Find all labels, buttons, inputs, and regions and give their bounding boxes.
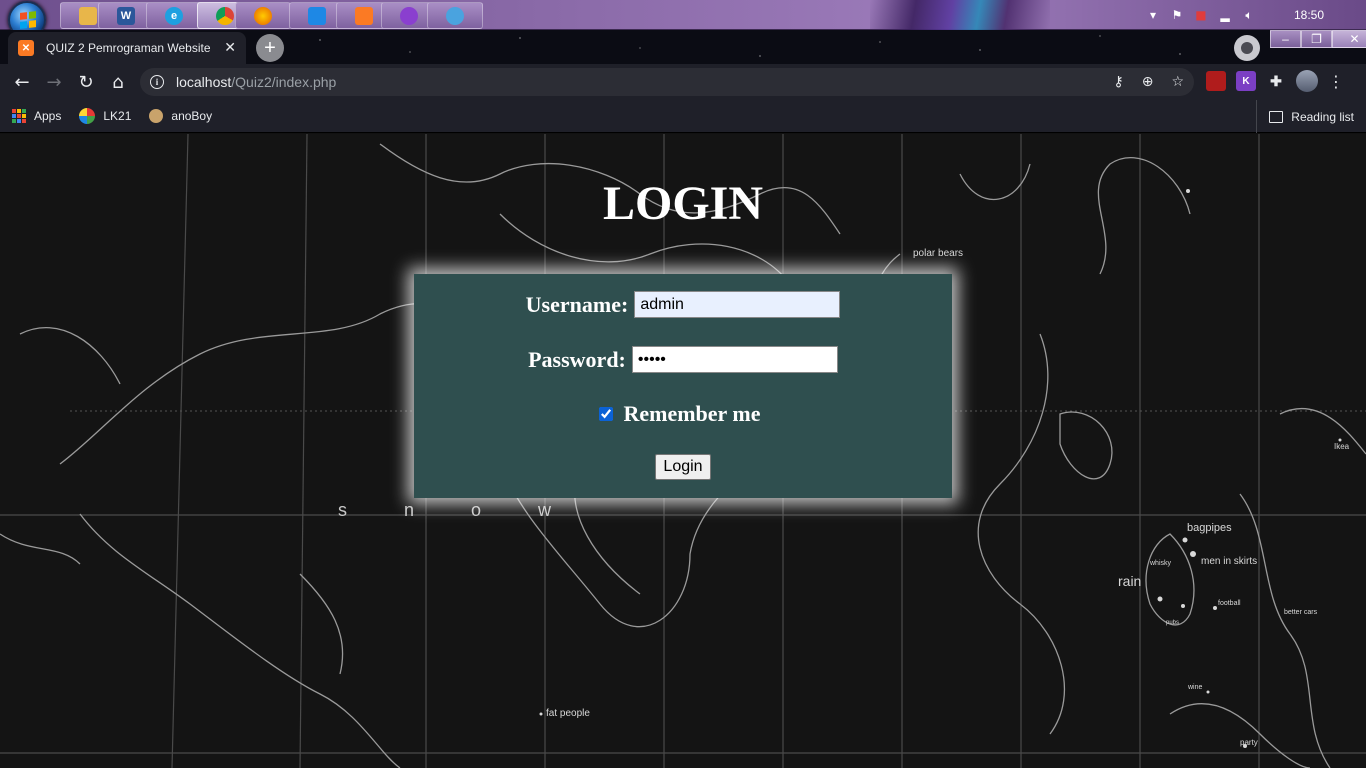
map-label: wine (1188, 684, 1203, 691)
map-label: Ikea (1334, 442, 1350, 451)
username-row: Username: (414, 291, 952, 318)
browser-toolbar: ← → ↻ ⌂ i localhost/Quiz2/index.php ⚷ ⊕ … (0, 64, 1366, 100)
minimize-button[interactable]: – (1270, 30, 1301, 48)
map-label-snow: s n o w (338, 500, 578, 520)
lk21-icon (79, 108, 96, 124)
system-tray: ▾ ⚑ ■ ▂ 🔈︎ 18:50 (1146, 0, 1366, 30)
windows-logo-icon (20, 11, 36, 29)
url-text[interactable]: localhost/Quiz2/index.php (176, 74, 1113, 90)
profile-avatar[interactable] (1296, 70, 1318, 92)
password-label: Password: (528, 346, 626, 372)
url-path: /Quiz2/index.php (231, 74, 337, 90)
taskbar-internet-explorer[interactable]: e (146, 2, 202, 29)
map-label: pubs (1166, 620, 1180, 626)
chrome-icon (216, 6, 234, 25)
login-button[interactable]: Login (655, 454, 711, 480)
bookmark-label: anoBoy (171, 109, 213, 123)
bookmark-anoboy[interactable]: anoBoy (149, 109, 212, 123)
windows-taskbar: W e ▾ ⚑ ■ ▂ 🔈︎ 18:50 (0, 0, 1366, 39)
page-title: LOGIN (602, 177, 764, 230)
map-label: party (1240, 738, 1258, 747)
reading-list-label: Reading list (1291, 109, 1354, 124)
window-controls: – ❐ ✕ (1270, 30, 1366, 48)
bookmark-label: LK21 (103, 109, 132, 123)
chevron-down-icon (1241, 42, 1253, 54)
tab-search-button[interactable] (1234, 35, 1260, 61)
reload-button[interactable]: ↻ (70, 66, 102, 98)
extensions-area: K ✚ ⋮ (1206, 70, 1344, 92)
folder-icon (79, 6, 97, 25)
home-button[interactable]: ⌂ (102, 66, 134, 98)
xampp-favicon-icon: ✕ (18, 40, 34, 56)
map-label: better cars (1284, 609, 1318, 616)
bookmark-lk21[interactable]: LK21 (79, 108, 131, 124)
map-label: polar bears (913, 248, 964, 259)
firefox-icon (254, 6, 272, 25)
map-label-rain: rain (1118, 573, 1142, 589)
address-bar[interactable]: i localhost/Quiz2/index.php ⚷ ⊕ ☆ (140, 68, 1194, 96)
username-input[interactable] (634, 291, 841, 318)
close-window-button[interactable]: ✕ (1332, 30, 1366, 48)
wallpaper-art (870, 0, 1050, 30)
remember-row: Remember me (414, 401, 952, 427)
antivirus-icon[interactable]: ■ (1194, 8, 1208, 22)
login-form: Username: Password: Remember me Login (414, 274, 952, 498)
bookmark-label: Apps (34, 109, 62, 123)
page-content: polar bears s n o w bagpipes whisky men … (0, 134, 1366, 768)
map-label: whisky (1150, 560, 1172, 567)
map-label: men in skirts (1201, 556, 1258, 567)
extension-red-icon[interactable] (1206, 71, 1226, 91)
tab-strip: ✕ QUIZ 2 Pemrograman Website ✕ + – ❐ ✕ (0, 30, 1366, 64)
app-icon (400, 6, 418, 25)
apps-grid-icon (12, 109, 26, 123)
vscode-icon (308, 6, 326, 25)
tab-quiz2[interactable]: ✕ QUIZ 2 Pemrograman Website ✕ (8, 32, 246, 64)
map-label: fat people (546, 708, 590, 719)
reading-list-icon (1269, 110, 1284, 123)
submit-row: Login (414, 454, 952, 480)
url-host: localhost (176, 74, 232, 90)
remember-me-checkbox[interactable] (599, 407, 614, 421)
password-input[interactable] (631, 346, 838, 373)
volume-icon[interactable]: 🔈︎ (1242, 8, 1256, 23)
bookmark-apps[interactable]: Apps (12, 109, 61, 123)
internet-explorer-icon: e (165, 6, 183, 25)
zoom-icon[interactable]: ⊕ (1142, 74, 1154, 90)
taskbar-paint[interactable] (427, 2, 483, 29)
xampp-icon (355, 6, 373, 25)
new-tab-button[interactable]: + (256, 34, 284, 62)
menu-kebab-icon[interactable]: ⋮ (1328, 72, 1344, 91)
tab-title: QUIZ 2 Pemrograman Website (46, 41, 211, 55)
map-label: football (1218, 600, 1241, 607)
remember-me-label[interactable]: Remember me (623, 401, 760, 427)
site-info-icon[interactable]: i (150, 75, 164, 89)
bookmarks-bar: Apps LK21 anoBoy Reading list (0, 100, 1366, 133)
clock[interactable]: 18:50 (1294, 8, 1324, 22)
word-icon: W (117, 6, 135, 25)
username-label: Username: (525, 291, 629, 317)
map-label: bagpipes (1187, 522, 1232, 534)
extension-k-icon[interactable]: K (1236, 71, 1256, 91)
flag-icon[interactable]: ⚑ (1170, 8, 1184, 22)
password-row: Password: (414, 346, 952, 373)
network-icon[interactable]: ▂ (1218, 8, 1232, 22)
forward-button[interactable]: → (38, 66, 70, 98)
taskbar-firefox[interactable] (235, 2, 291, 29)
extensions-puzzle-icon[interactable]: ✚ (1266, 71, 1286, 91)
paint-icon (446, 6, 464, 25)
back-button[interactable]: ← (6, 66, 38, 98)
tab-close-icon[interactable]: ✕ (224, 40, 236, 56)
bookmark-star-icon[interactable]: ☆ (1171, 74, 1184, 90)
reading-list-button[interactable]: Reading list (1256, 100, 1354, 133)
chevron-up-icon[interactable]: ▾ (1146, 8, 1160, 22)
anoboy-icon (149, 109, 164, 123)
key-icon[interactable]: ⚷ (1113, 74, 1123, 90)
maximize-button[interactable]: ❐ (1301, 30, 1332, 48)
